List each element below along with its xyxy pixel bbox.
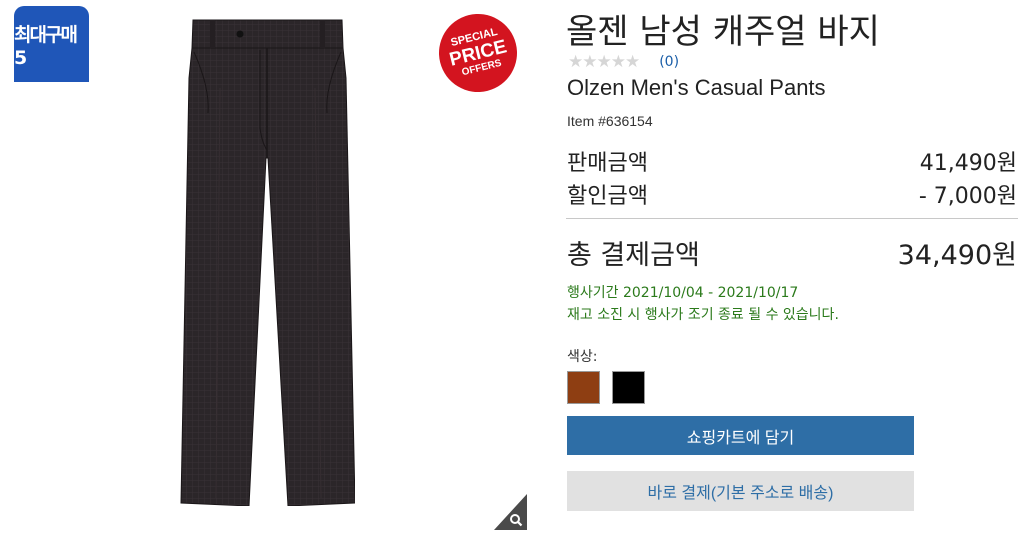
color-swatch-brown[interactable] xyxy=(567,371,600,404)
product-title-korean: 올젠 남성 캐주얼 바지 xyxy=(566,12,880,52)
product-image[interactable] xyxy=(180,18,355,506)
color-swatches xyxy=(567,371,645,404)
product-gallery: 최대구매 5 SPECIAL PRICE OFFERS xyxy=(0,0,540,540)
color-label: 색상: xyxy=(567,349,598,365)
buy-now-button[interactable]: 바로 결제(기본 주소로 배송) xyxy=(567,471,914,511)
sale-price-label: 판매금액 xyxy=(567,151,648,176)
event-note: 재고 소진 시 행사가 조기 종료 될 수 있습니다. xyxy=(567,307,839,323)
total-price-row: 총 결제금액 34,490원 xyxy=(567,233,1017,272)
special-price-badge: SPECIAL PRICE OFFERS xyxy=(430,5,526,101)
sale-price-value: 41,490원 xyxy=(919,151,1017,176)
total-price-value: 34,490원 xyxy=(897,240,1017,271)
item-number: Item #636154 xyxy=(567,113,653,129)
discount-label: 할인금액 xyxy=(567,184,648,209)
review-count-link[interactable]: (0) xyxy=(659,54,679,70)
discount-row: 할인금액 - 7,000원 xyxy=(567,178,1017,210)
star-rating-icon: ★★★★★ xyxy=(568,52,640,72)
product-title-english: Olzen Men's Casual Pants xyxy=(567,75,826,100)
event-period: 행사기간 2021/10/04 - 2021/10/17 xyxy=(567,285,799,301)
price-divider xyxy=(566,218,1018,219)
total-price-label: 총 결제금액 xyxy=(567,240,700,271)
zoom-button[interactable] xyxy=(494,494,527,530)
color-swatch-black[interactable] xyxy=(612,371,645,404)
discount-value: - 7,000원 xyxy=(918,184,1017,209)
add-to-cart-button[interactable]: 쇼핑카트에 담기 xyxy=(567,416,914,455)
max-purchase-badge: 최대구매 5 xyxy=(14,6,89,82)
rating: ★★★★★ (0) xyxy=(568,52,679,72)
sale-price-row: 판매금액 41,490원 xyxy=(567,145,1017,177)
